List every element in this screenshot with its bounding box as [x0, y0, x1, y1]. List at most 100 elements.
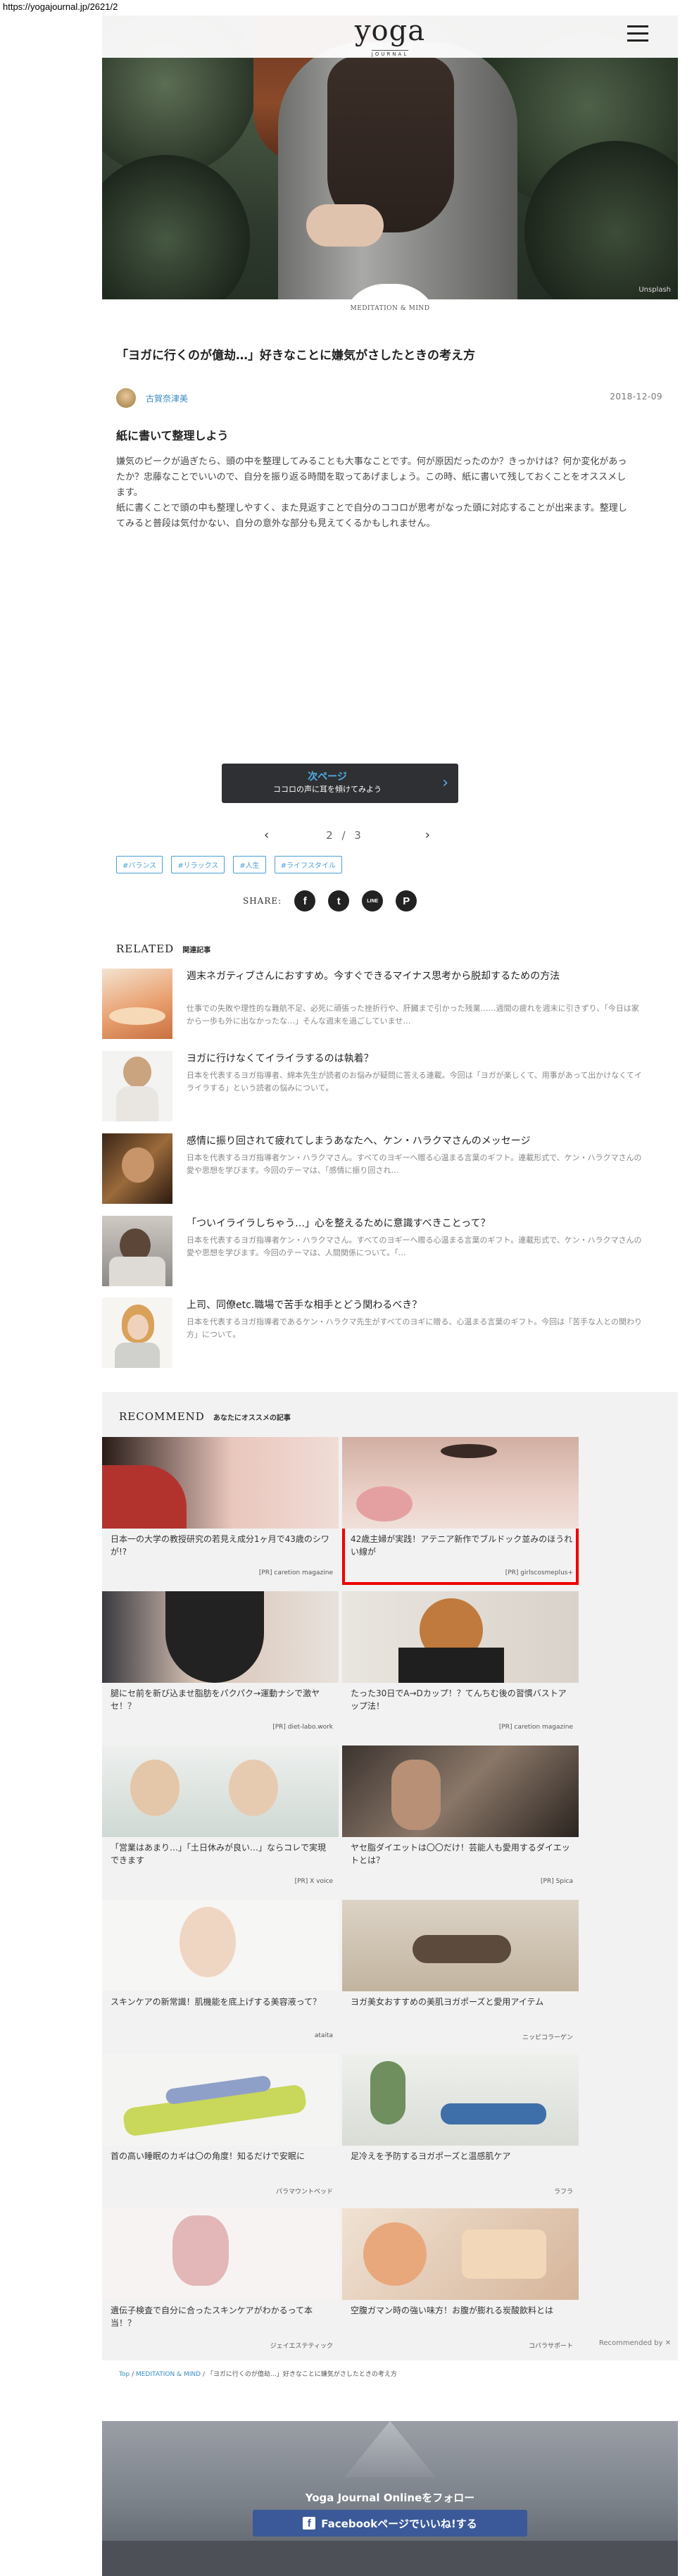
related-desc: 日本を代表するヨガ指導者、綿本先生が読者のお悩みが疑問に答える連載。今回は「ヨガ…	[187, 1071, 642, 1093]
related-item[interactable]: 上司、同僚etc.職場で苦手な相手とどう関わるべき？ 日本を代表するヨガ指導者で…	[102, 1298, 678, 1371]
breadcrumb-category[interactable]: MEDITATION & MIND	[136, 2371, 201, 2378]
related-thumbnail[interactable]	[102, 1216, 172, 1286]
related-desc: 日本を代表するヨガ指導者ケン・ハラクマさん。すべてのヨギーへ贈る心温まる言葉のギ…	[187, 1153, 642, 1175]
card-title[interactable]: 遺伝子検査で自分に合ったスキンケアがわかるって本当！？	[111, 2304, 333, 2329]
body-paragraph: 嫌気のピークが過ぎたら、頭の中を整理してみることも大事なことです。何が原因だった…	[116, 456, 627, 498]
card-image[interactable]	[342, 1746, 579, 1837]
prev-page-arrow-icon[interactable]: ‹	[264, 828, 269, 842]
recommend-card-highlighted[interactable]: 42歳主婦が実践！アテニア新作でブルドック並みのほうれい線が [PR] girl…	[342, 1437, 579, 1585]
card-title[interactable]: 足冷えを予防するヨガポーズと温感肌ケア	[351, 2150, 573, 2163]
card-image[interactable]	[102, 1900, 339, 1991]
recommend-card[interactable]: 空腹ガマン時の強い味方！お腹が膨れる炭酸飲料とは コバラサポート	[342, 2208, 579, 2356]
next-page-button[interactable]: 次ページ ココロの声に耳を傾けてみよう ›	[222, 764, 458, 803]
hamburger-menu-icon[interactable]	[627, 25, 648, 44]
card-image[interactable]	[102, 2054, 339, 2146]
author[interactable]: 古賀奈津美	[116, 387, 188, 409]
card-title[interactable]: 首の高い睡眠のカギは〇の角度！知るだけで安眠に	[111, 2150, 333, 2163]
related-thumbnail[interactable]	[102, 1051, 172, 1121]
related-item[interactable]: ヨガに行けなくてイライラするのは執着？ 日本を代表するヨガ指導者、綿本先生が読者…	[102, 1051, 678, 1124]
card-image[interactable]	[102, 1746, 339, 1837]
card-source: ニッピコラーゲン	[522, 2034, 573, 2041]
related-title-link[interactable]: 感情に振り回されて疲れてしまうあなたへ、ケン・ハラクマさんのメッセージ	[187, 1133, 644, 1149]
card-image[interactable]	[342, 1900, 579, 1991]
tag[interactable]: #ライフスタイル	[274, 856, 343, 873]
card-image[interactable]	[342, 1437, 579, 1529]
recommend-card[interactable]: ヨガ美女おすすめの美肌ヨガポーズと愛用アイテム ニッピコラーゲン	[342, 1900, 579, 2048]
card-source: パラマウントベッド	[275, 2189, 333, 2196]
author-avatar[interactable]	[116, 388, 136, 408]
card-source: コバラサポート	[528, 2343, 573, 2350]
card-title[interactable]: 42歳主婦が実践！アテニア新作でブルドック並みのほうれい線が	[351, 1533, 573, 1558]
facebook-icon[interactable]: f	[294, 890, 316, 911]
photo-credit: Unsplash	[638, 286, 671, 294]
related-title-link[interactable]: 週末ネガティブさんにおすすめ。今すぐできるマイナス思考から脱却するための方法	[187, 969, 644, 984]
card-image[interactable]	[102, 2208, 339, 2300]
recommend-card[interactable]: 「営業はあまり…」「土日休みが良い…」ならコレで実現できます [PR] X vo…	[102, 1746, 339, 1893]
url-bar[interactable]: https://yogajournal.jp/2621/2	[0, 0, 692, 15]
site-logo[interactable]: yoga JOURNAL	[310, 17, 470, 58]
tag[interactable]: #バランス	[116, 856, 163, 873]
follow-text: Yoga Journal Onlineをフォロー	[305, 2491, 475, 2504]
recommend-card[interactable]: 腿にセ前を新び込ませ脂肪をパクパク→運動ナシで激ヤセ！？ [PR] diet-l…	[102, 1591, 339, 1739]
related-title-link[interactable]: 上司、同僚etc.職場で苦手な相手とどう関わるべき？	[187, 1298, 644, 1313]
article-body: 嫌気のピークが過ぎたら、頭の中を整理してみることも大事なことです。何が原因だった…	[116, 454, 630, 532]
card-source: [PR] caretion magazine	[258, 1569, 333, 1576]
recommend-card[interactable]: たった30日でA→Dカップ！？てんちむ後の習慣バストアップ法！ [PR] car…	[342, 1591, 579, 1739]
recommend-subtitle: あなたにオススメの記事	[213, 1414, 291, 1422]
card-image[interactable]	[102, 1591, 339, 1683]
recommend-card[interactable]: スキンケアの新常識！肌機能を底上げする美容液って？ ataita	[102, 1900, 339, 2048]
card-image[interactable]	[342, 2208, 579, 2300]
facebook-like-label: Facebookページでいいね!する	[321, 2517, 477, 2530]
card-title[interactable]: 空腹ガマン時の強い味方！お腹が膨れる炭酸飲料とは	[351, 2304, 573, 2317]
facebook-like-button[interactable]: f Facebookページでいいね!する	[253, 2510, 527, 2537]
card-image[interactable]	[342, 2054, 579, 2146]
recommend-card[interactable]: 日本一の大学の教授研究の若見え成分1ヶ月で43歳のシワが!? [PR] care…	[102, 1437, 339, 1585]
recommended-by-label: Recommended by	[598, 2339, 663, 2347]
related-thumbnail[interactable]	[102, 1133, 172, 1204]
recommend-card[interactable]: ヤセ脂ダイエットは〇〇だけ！芸能人も愛用するダイエットとは？ [PR] Spic…	[342, 1746, 579, 1893]
related-item[interactable]: 週末ネガティブさんにおすすめ。今すぐできるマイナス思考から脱却するための方法 仕…	[102, 969, 678, 1042]
next-page-arrow-icon[interactable]: ›	[425, 828, 430, 842]
top-nav: yoga JOURNAL	[102, 14, 678, 58]
card-image[interactable]	[342, 1591, 579, 1683]
publish-date: 2018-12-09	[610, 392, 662, 402]
next-page-subtitle: ココロの声に耳を傾けてみよう	[273, 785, 382, 794]
card-title[interactable]: スキンケアの新常識！肌機能を底上げする美容液って？	[111, 1996, 333, 2008]
related-subtitle: 関連記事	[182, 947, 211, 954]
section-heading: 紙に書いて整理しよう	[116, 429, 229, 442]
recommend-card[interactable]: 足冷えを予防するヨガポーズと温感肌ケア ラフラ	[342, 2054, 579, 2202]
author-name[interactable]: 古賀奈津美	[146, 392, 188, 404]
card-title[interactable]: ヨガ美女おすすめの美肌ヨガポーズと愛用アイテム	[351, 1996, 573, 2008]
logo-sub: JOURNAL	[371, 50, 409, 57]
breadcrumb-home[interactable]: Top	[119, 2371, 130, 2378]
card-source: [PR] caretion magazine	[498, 1724, 573, 1731]
recommend-brand-icon: ✕	[665, 2339, 671, 2347]
related-desc: 仕事での失敗や理性的な難航不足、必死に頑張った挫折行や、肝臓まで引かった残業………	[187, 1004, 639, 1026]
card-title[interactable]: たった30日でA→Dカップ！？てんちむ後の習慣バストアップ法！	[351, 1687, 573, 1712]
tag[interactable]: #リラックス	[171, 856, 225, 873]
related-item[interactable]: 感情に振り回されて疲れてしまうあなたへ、ケン・ハラクマさんのメッセージ 日本を代…	[102, 1133, 678, 1207]
tag[interactable]: #人生	[233, 856, 266, 873]
card-title[interactable]: 「営業はあまり…」「土日休みが良い…」ならコレで実現できます	[111, 1841, 333, 1867]
card-title[interactable]: ヤセ脂ダイエットは〇〇だけ！芸能人も愛用するダイエットとは？	[351, 1841, 573, 1867]
card-source: [PR] X voice	[294, 1878, 333, 1885]
related-title-link[interactable]: 「ついイライラしちゃう…」心を整えるために意識すべきことって？	[187, 1216, 644, 1231]
twitter-icon[interactable]: t	[328, 890, 350, 911]
card-title[interactable]: 日本一の大学の教授研究の若見え成分1ヶ月で43歳のシワが!?	[111, 1533, 333, 1558]
related-thumbnail[interactable]	[102, 969, 172, 1039]
related-title-link[interactable]: ヨガに行けなくてイライラするのは執着？	[187, 1051, 644, 1066]
pinterest-icon[interactable]: P	[396, 890, 417, 911]
related-item[interactable]: 「ついイライラしちゃう…」心を整えるために意識すべきことって？ 日本を代表するヨ…	[102, 1216, 678, 1289]
recommend-card[interactable]: 遺伝子検査で自分に合ったスキンケアがわかるって本当！？ ジェイエステティック	[102, 2208, 339, 2356]
related-heading: RELATED 関連記事	[116, 942, 210, 955]
card-title[interactable]: 腿にセ前を新び込ませ脂肪をパクパク→運動ナシで激ヤセ！？	[111, 1687, 333, 1712]
breadcrumb: Top / MEDITATION & MIND / 「ヨガに行くのが億劫…」好き…	[119, 2369, 397, 2378]
line-icon[interactable]: LINE	[362, 890, 384, 911]
related-thumbnail[interactable]	[102, 1298, 172, 1368]
page-indicator: 2 / 3	[326, 829, 364, 842]
recommend-title: RECOMMEND	[119, 1410, 205, 1423]
recommend-card[interactable]: 首の高い睡眠のカギは〇の角度！知るだけで安眠に パラマウントベッド	[102, 2054, 339, 2202]
recommended-by[interactable]: Recommended by ✕	[599, 2339, 671, 2347]
card-image[interactable]	[102, 1437, 339, 1529]
article-title: 「ヨガに行くのが億劫…」好きなことに嫌気がさしたときの考え方	[116, 349, 475, 363]
